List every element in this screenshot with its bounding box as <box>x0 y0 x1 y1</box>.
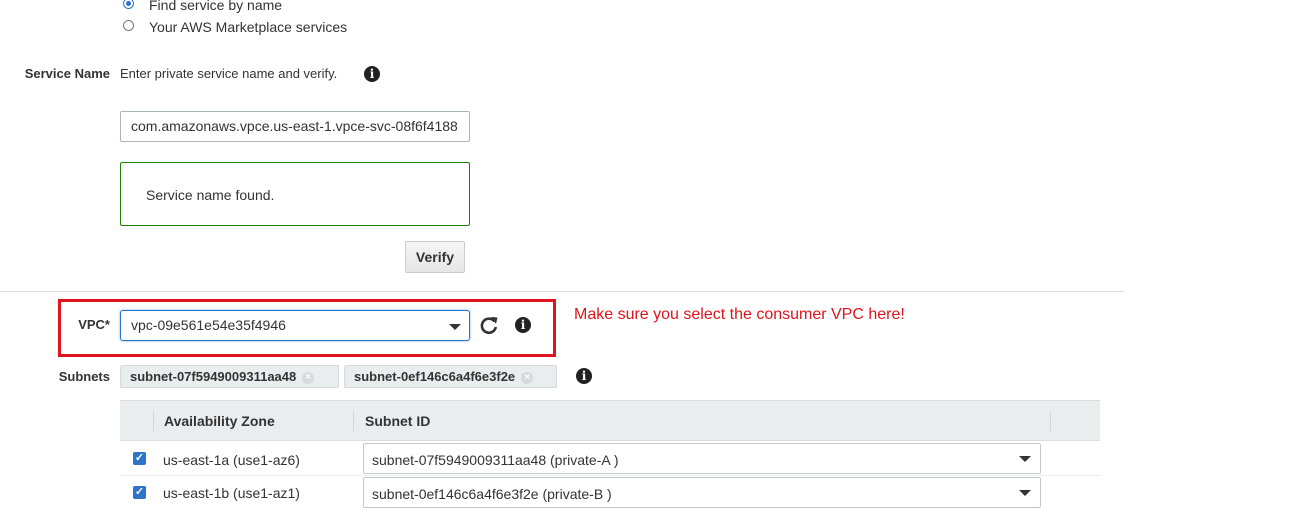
row-checkbox-1[interactable]: ✓ <box>133 452 146 465</box>
section-divider <box>0 291 1125 292</box>
service-name-info-icon[interactable]: i <box>364 66 380 82</box>
subnet-token-2[interactable]: subnet-0ef146c6a4f6e3f2e × <box>344 365 557 388</box>
chevron-down-icon <box>1019 490 1031 496</box>
subnets-label: Subnets <box>58 369 110 384</box>
service-found-message: Service name found. <box>146 187 275 203</box>
close-icon[interactable]: × <box>521 371 534 384</box>
column-header-subnet[interactable]: Subnet ID <box>365 413 430 429</box>
row-subnet-select-1[interactable]: subnet-07f5949009311aa48 (private-A ) <box>363 443 1041 474</box>
verify-button[interactable]: Verify <box>405 241 465 273</box>
marketplace-label: Your AWS Marketplace services <box>149 19 348 35</box>
row-zone-1: us-east-1a (use1-az6) <box>163 452 300 468</box>
row-subnet-value-1: subnet-07f5949009311aa48 (private-A ) <box>372 452 619 468</box>
vpc-info-icon[interactable]: i <box>515 317 531 333</box>
vpc-select[interactable]: vpc-09e561e54e35f4946 <box>120 310 470 341</box>
find-by-name-radio[interactable] <box>123 0 134 9</box>
service-name-input[interactable]: com.amazonaws.vpce.us-east-1.vpce-svc-08… <box>120 111 470 142</box>
service-name-hint: Enter private service name and verify. <box>120 66 338 81</box>
row-subnet-select-2[interactable]: subnet-0ef146c6a4f6e3f2e (private-B ) <box>363 477 1041 508</box>
find-by-name-label: Find service by name <box>149 0 283 13</box>
refresh-icon[interactable] <box>479 315 499 335</box>
subnet-table-header: Availability Zone Subnet ID <box>120 400 1100 441</box>
row-zone-2: us-east-1b (use1-az1) <box>163 485 300 501</box>
vpc-label: VPC* <box>78 317 110 332</box>
column-divider <box>153 411 154 431</box>
service-found-alert: Service name found. <box>120 162 470 226</box>
subnet-token-1-label: subnet-07f5949009311aa48 <box>130 369 297 384</box>
vpc-annotation: Make sure you select the consumer VPC he… <box>574 306 905 323</box>
subnet-token-1[interactable]: subnet-07f5949009311aa48 × <box>120 365 339 388</box>
subnet-token-2-label: subnet-0ef146c6a4f6e3f2e <box>354 369 516 384</box>
column-divider <box>1050 411 1051 431</box>
service-name-label: Service Name <box>24 66 110 81</box>
subnets-info-icon[interactable]: i <box>576 368 592 384</box>
row-divider <box>120 475 1100 476</box>
close-icon[interactable]: × <box>302 371 315 384</box>
chevron-down-icon <box>449 324 461 330</box>
row-subnet-value-2: subnet-0ef146c6a4f6e3f2e (private-B ) <box>372 486 612 502</box>
column-header-zone[interactable]: Availability Zone <box>164 413 275 429</box>
marketplace-radio[interactable] <box>123 20 134 31</box>
chevron-down-icon <box>1019 456 1031 462</box>
row-checkbox-2[interactable]: ✓ <box>133 486 146 499</box>
column-divider <box>353 411 354 431</box>
vpc-select-value: vpc-09e561e54e35f4946 <box>131 317 286 333</box>
